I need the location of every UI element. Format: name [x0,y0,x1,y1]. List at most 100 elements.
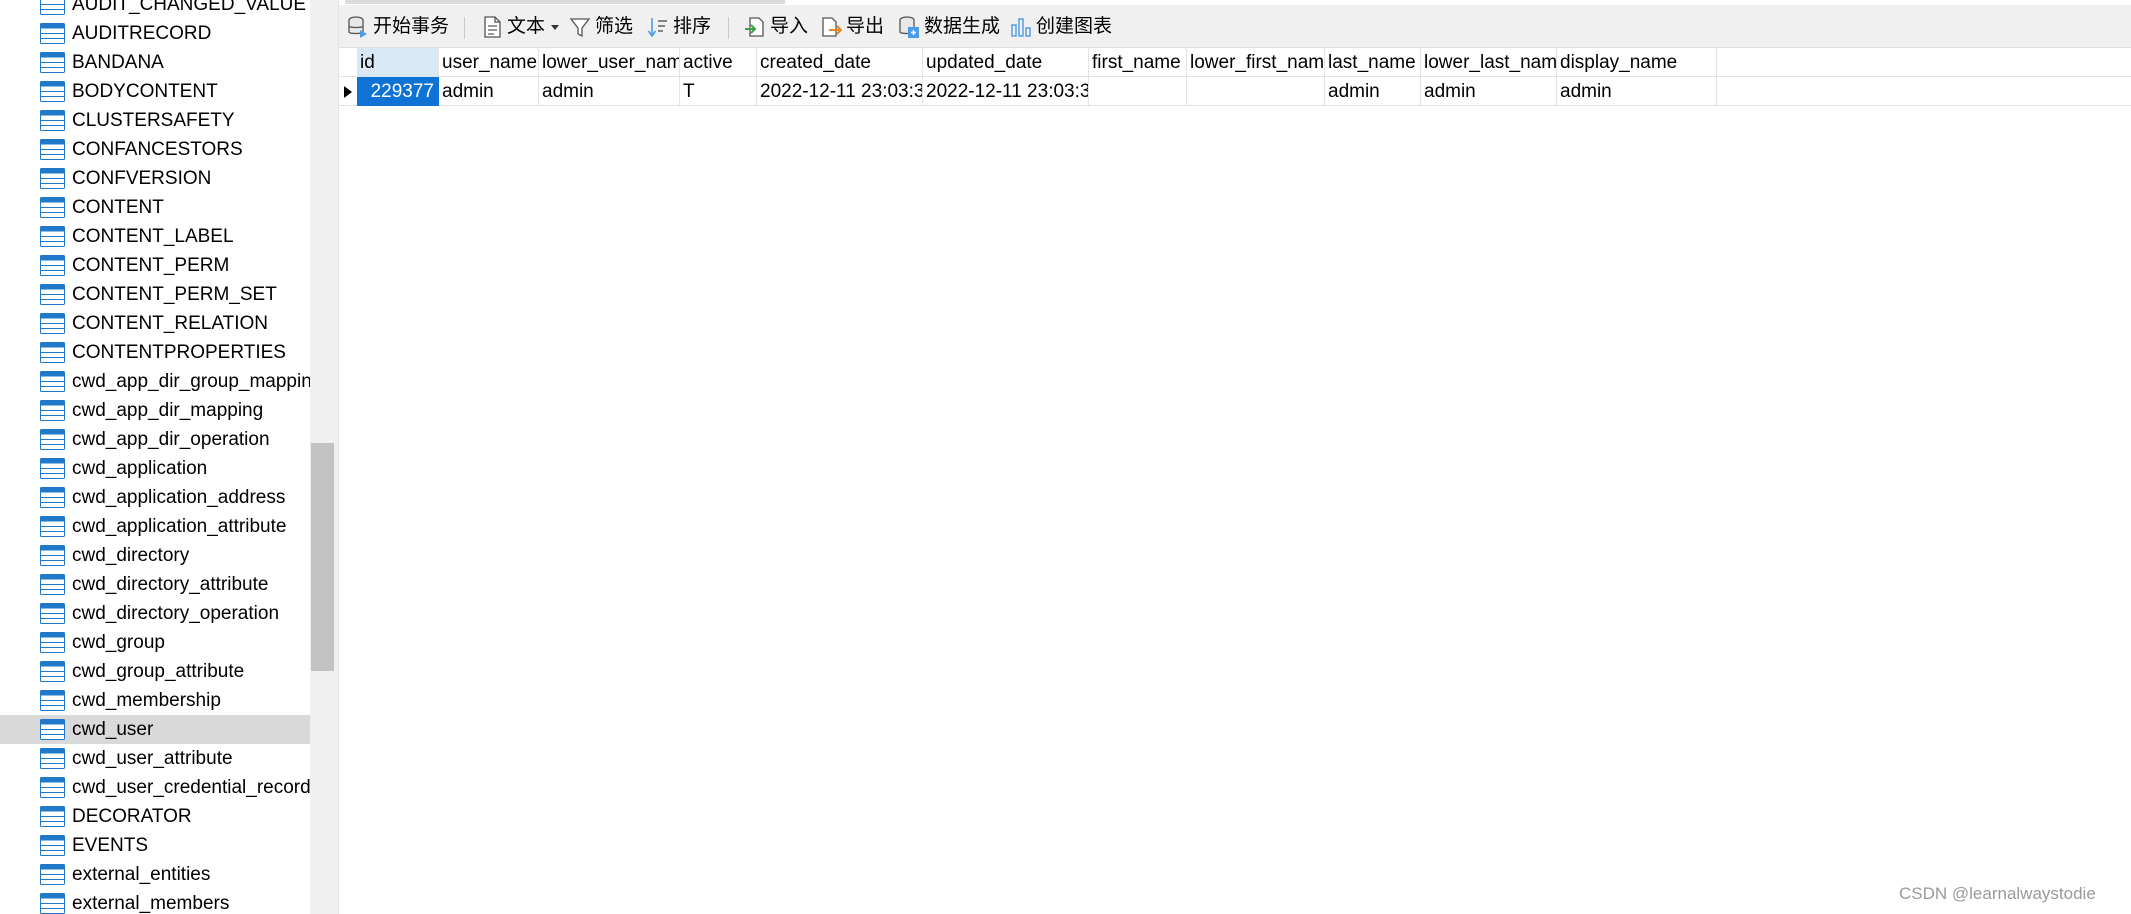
table-icon [40,110,65,131]
column-header-id[interactable]: id [357,48,439,77]
sidebar-table-item[interactable]: cwd_directory_attribute [0,570,310,599]
column-header-lower-first-name[interactable]: lower_first_name [1187,48,1325,77]
cell-active[interactable]: T [680,77,757,106]
sidebar-table-item[interactable]: cwd_user [0,715,310,744]
sidebar-table-item[interactable]: CONTENT_LABEL [0,222,310,251]
table-icon [40,661,65,682]
cell-first-name[interactable] [1089,77,1187,106]
sidebar-table-label: DECORATOR [72,806,192,827]
sidebar-table-item[interactable]: CLUSTERSAFETY [0,106,310,135]
cell-last-name[interactable]: admin [1325,77,1421,106]
column-header-lower-last-name[interactable]: lower_last_name [1421,48,1557,77]
sidebar-table-item[interactable]: cwd_directory [0,541,310,570]
sidebar-table-item[interactable]: AUDITRECORD [0,19,310,48]
sidebar-table-label: cwd_app_dir_group_mappin [72,371,310,392]
cell-lower-user-name[interactable]: admin [539,77,680,106]
sidebar-table-item[interactable]: BODYCONTENT [0,77,310,106]
sidebar-table-label: external_members [72,893,230,914]
export-button[interactable]: 导出 [820,14,884,40]
filter-icon [569,18,591,38]
filter-button[interactable]: 筛选 [569,14,633,40]
cell-display-name[interactable]: admin [1557,77,1717,106]
sidebar-table-item[interactable]: cwd_application_address [0,483,310,512]
sidebar-table-item[interactable]: CONTENTPROPERTIES [0,338,310,367]
toolbar-divider [464,17,465,39]
column-header-user-name[interactable]: user_name [439,48,539,77]
sidebar-table-item[interactable]: cwd_app_dir_operation [0,425,310,454]
sidebar-table-item[interactable]: cwd_user_attribute [0,744,310,773]
cell-created-date[interactable]: 2022-12-11 23:03:34 [757,77,923,106]
column-header-display-name[interactable]: display_name [1557,48,1717,77]
sidebar-table-item[interactable]: CONFVERSION [0,164,310,193]
sidebar-table-item[interactable]: DECORATOR [0,802,310,831]
data-generation-label: 数据生成 [924,16,1001,37]
sidebar-table-label: cwd_user [72,719,154,740]
table-icon [40,719,65,740]
sidebar-table-item[interactable]: cwd_directory_operation [0,599,310,628]
text-view-button[interactable]: 文本 [481,14,560,40]
sidebar-table-item[interactable]: cwd_app_dir_group_mappin [0,367,310,396]
column-header-last-name[interactable]: last_name [1325,48,1421,77]
table-icon [40,545,65,566]
sidebar-table-label: cwd_application_attribute [72,516,287,537]
sidebar-table-item[interactable]: CONTENT [0,193,310,222]
table-icon [40,835,65,856]
sidebar-table-item[interactable]: cwd_group [0,628,310,657]
sidebar-table-label: cwd_user_credential_record [72,777,310,798]
create-chart-button[interactable]: 创建图表 [1010,14,1112,40]
column-header-lower-user-name[interactable]: lower_user_name [539,48,680,77]
sidebar-table-label: cwd_app_dir_mapping [72,400,264,421]
data-grid: id user_name lower_user_name active created_… [339,48,2131,914]
column-header-updated-date[interactable]: updated_date [923,48,1089,77]
sort-button[interactable]: 排序 [647,14,711,40]
sidebar-table-item[interactable]: CONTENT_RELATION [0,309,310,338]
table-row[interactable]: 229377 admin admin T 2022-12-11 23:03:34 2022… [339,77,2131,106]
sidebar-table-item[interactable]: AUDIT_CHANGED_VALUE [0,0,310,19]
import-button[interactable]: 导入 [744,14,808,40]
sidebar-table-item[interactable]: cwd_membership [0,686,310,715]
table-icon [40,52,65,73]
column-header-created-date[interactable]: created_date [757,48,923,77]
active-tab-edge[interactable] [345,0,785,4]
table-icon [40,81,65,102]
column-header-active[interactable]: active [680,48,757,77]
sidebar-table-item[interactable]: CONTENT_PERM_SET [0,280,310,309]
table-icon [40,197,65,218]
sidebar-table-item[interactable]: cwd_user_credential_record [0,773,310,802]
document-icon [484,16,501,38]
column-header-first-name[interactable]: first_name [1089,48,1187,77]
sidebar-table-label: CLUSTERSAFETY [72,110,235,131]
begin-transaction-label: 开始事务 [373,16,450,37]
cell-id[interactable]: 229377 [357,77,439,106]
table-list: AUDIT_CHANGED_VALUE AUDITRECORD BANDANA BOD… [0,0,310,914]
sidebar-table-item[interactable]: CONFANCESTORS [0,135,310,164]
create-chart-label: 创建图表 [1036,16,1113,37]
sidebar-table-item[interactable]: external_entities [0,860,310,889]
table-icon [40,893,65,914]
sidebar-table-item[interactable]: cwd_application [0,454,310,483]
table-icon [40,574,65,595]
cell-updated-date[interactable]: 2022-12-11 23:03:34 [923,77,1089,106]
sidebar-table-label: EVENTS [72,835,149,856]
data-generation-button[interactable]: 数据生成 [898,14,1000,40]
import-icon [745,17,764,37]
sidebar-table-item[interactable]: cwd_group_attribute [0,657,310,686]
sidebar-table-item[interactable]: cwd_app_dir_mapping [0,396,310,425]
sidebar-table-item[interactable]: cwd_application_attribute [0,512,310,541]
cell-user-name[interactable]: admin [439,77,539,106]
cell-lower-first-name[interactable] [1187,77,1325,106]
sidebar-table-item[interactable]: external_members [0,889,310,914]
import-label: 导入 [770,16,809,37]
table-icon [40,0,65,15]
row-indicator[interactable] [339,77,357,106]
sort-label: 排序 [673,16,712,37]
sidebar-table-label: cwd_app_dir_operation [72,429,270,450]
sidebar-scrollbar-thumb[interactable] [311,443,334,671]
begin-transaction-button[interactable]: 开始事务 [347,14,449,40]
sidebar-table-item[interactable]: CONTENT_PERM [0,251,310,280]
sidebar-table-item[interactable]: EVENTS [0,831,310,860]
sidebar-table-label: cwd_user_attribute [72,748,233,769]
sidebar-table-item[interactable]: BANDANA [0,48,310,77]
data-generation-icon [899,16,919,38]
cell-lower-last-name[interactable]: admin [1421,77,1557,106]
